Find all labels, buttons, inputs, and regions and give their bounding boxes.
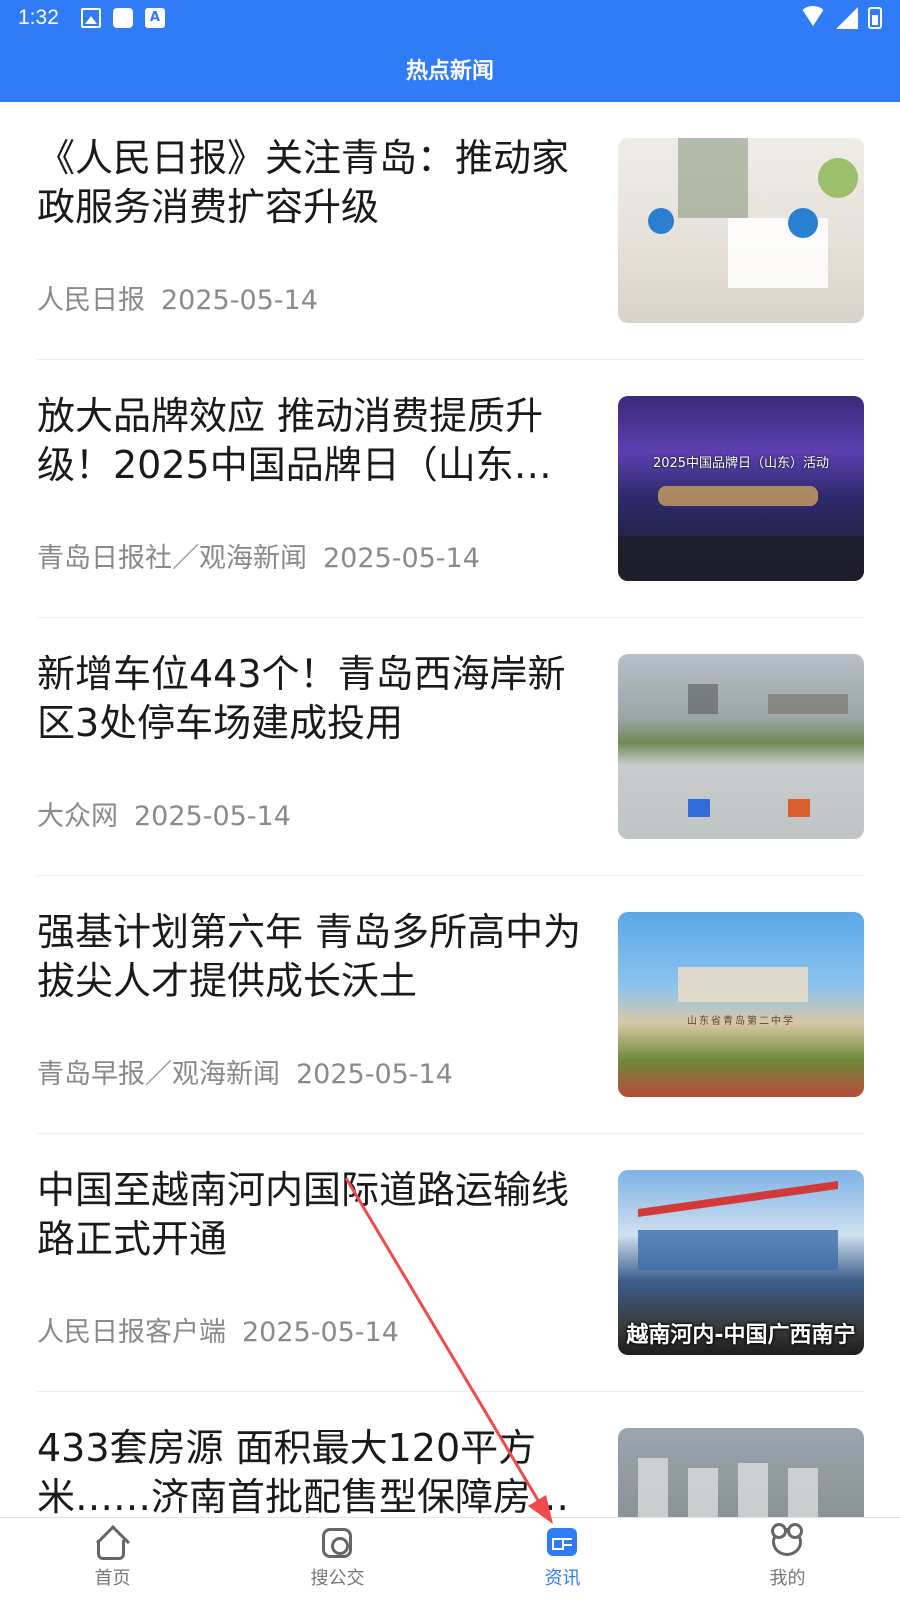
profile-icon (770, 1523, 803, 1556)
news-source: 人民日报 (37, 285, 145, 316)
news-title[interactable]: 强基计划第六年 青岛多所高中为拔尖人才提供成长沃土 (37, 908, 597, 1006)
news-item[interactable]: 强基计划第六年 青岛多所高中为拔尖人才提供成长沃土 青岛早报／观海新闻 2025-… (37, 876, 865, 1134)
news-icon (546, 1528, 577, 1556)
news-title[interactable]: 《人民日报》关注青岛：推动家政服务消费扩容升级 (37, 134, 597, 232)
tab-label: 我的 (769, 1568, 806, 1589)
news-meta: 大众网 2025-05-14 (37, 794, 291, 833)
tab-profile[interactable]: 我的 (675, 1518, 900, 1600)
tab-bus-search[interactable]: 搜公交 (225, 1518, 450, 1600)
news-date: 2025-05-14 (296, 1059, 453, 1090)
news-item[interactable]: 新增车位443个！青岛西海岸新区3处停车场建成投用 大众网 2025-05-14 (37, 618, 865, 876)
bus-search-icon (321, 1528, 352, 1558)
news-date: 2025-05-14 (134, 801, 291, 832)
news-thumbnail[interactable]: 2025中国品牌日（山东）活动 (618, 396, 864, 581)
news-item[interactable]: 放大品牌效应 推动消费提质升级！2025中国品牌日（山东… 青岛日报社／观海新闻… (37, 360, 865, 618)
tab-news[interactable]: 资讯 (450, 1518, 675, 1600)
news-source: 青岛日报社／观海新闻 (37, 543, 307, 574)
thumbnail-banner-text: 2025中国品牌日（山东）活动 (652, 456, 830, 471)
a-notification-icon: A (144, 8, 165, 28)
app-notification-icon (112, 8, 133, 28)
tab-label: 搜公交 (310, 1568, 365, 1589)
page-title: 热点新闻 (405, 59, 494, 84)
news-source: 青岛早报／观海新闻 (37, 1059, 280, 1090)
bottom-tab-bar: 首页 搜公交 资讯 我的 (0, 1517, 900, 1600)
home-icon (95, 1525, 130, 1560)
tab-home[interactable]: 首页 (0, 1518, 225, 1600)
news-title[interactable]: 新增车位443个！青岛西海岸新区3处停车场建成投用 (37, 650, 597, 748)
news-item[interactable]: 中国至越南河内国际道路运输线路正式开通 人民日报客户端 2025-05-14 越南… (37, 1134, 865, 1392)
status-time: 1:32 (18, 6, 59, 29)
news-date: 2025-05-14 (161, 285, 318, 316)
news-list[interactable]: 《人民日报》关注青岛：推动家政服务消费扩容升级 人民日报 2025-05-14 放… (0, 102, 900, 1517)
news-source: 大众网 (37, 801, 118, 832)
thumbnail-sign-text: 山东省青岛第二中学 (687, 1016, 795, 1027)
news-thumbnail[interactable]: 山东省青岛第二中学 (618, 912, 864, 1097)
news-date: 2025-05-14 (242, 1317, 399, 1348)
wifi-icon (800, 6, 826, 26)
thumbnail-caption: 越南河内-中国广西南宁 (626, 1323, 856, 1348)
battery-icon (868, 7, 882, 29)
news-source: 人民日报客户端 (37, 1317, 226, 1348)
news-meta: 青岛早报／观海新闻 2025-05-14 (37, 1052, 453, 1091)
news-meta: 青岛日报社／观海新闻 2025-05-14 (37, 536, 480, 575)
app-header: 热点新闻 (0, 36, 900, 102)
tab-label: 首页 (94, 1568, 131, 1589)
photo-notification-icon (80, 8, 101, 28)
news-item[interactable]: 《人民日报》关注青岛：推动家政服务消费扩容升级 人民日报 2025-05-14 (37, 102, 865, 360)
news-thumbnail[interactable]: 越南河内-中国广西南宁 (618, 1170, 864, 1355)
news-title[interactable]: 中国至越南河内国际道路运输线路正式开通 (37, 1166, 597, 1264)
tab-label: 资讯 (544, 1568, 581, 1589)
news-item[interactable]: 433套房源 面积最大120平方米……济南首批配售型保障房… (37, 1392, 865, 1517)
signal-icon (836, 7, 858, 29)
news-meta: 人民日报客户端 2025-05-14 (37, 1310, 399, 1349)
news-title[interactable]: 放大品牌效应 推动消费提质升级！2025中国品牌日（山东… (37, 392, 597, 490)
news-thumbnail[interactable] (618, 138, 864, 323)
news-date: 2025-05-14 (323, 543, 480, 574)
status-bar: 1:32 A (0, 0, 900, 36)
news-thumbnail[interactable] (618, 654, 864, 839)
news-title[interactable]: 433套房源 面积最大120平方米……济南首批配售型保障房… (37, 1424, 597, 1517)
news-meta: 人民日报 2025-05-14 (37, 278, 318, 317)
news-thumbnail[interactable] (618, 1428, 864, 1517)
